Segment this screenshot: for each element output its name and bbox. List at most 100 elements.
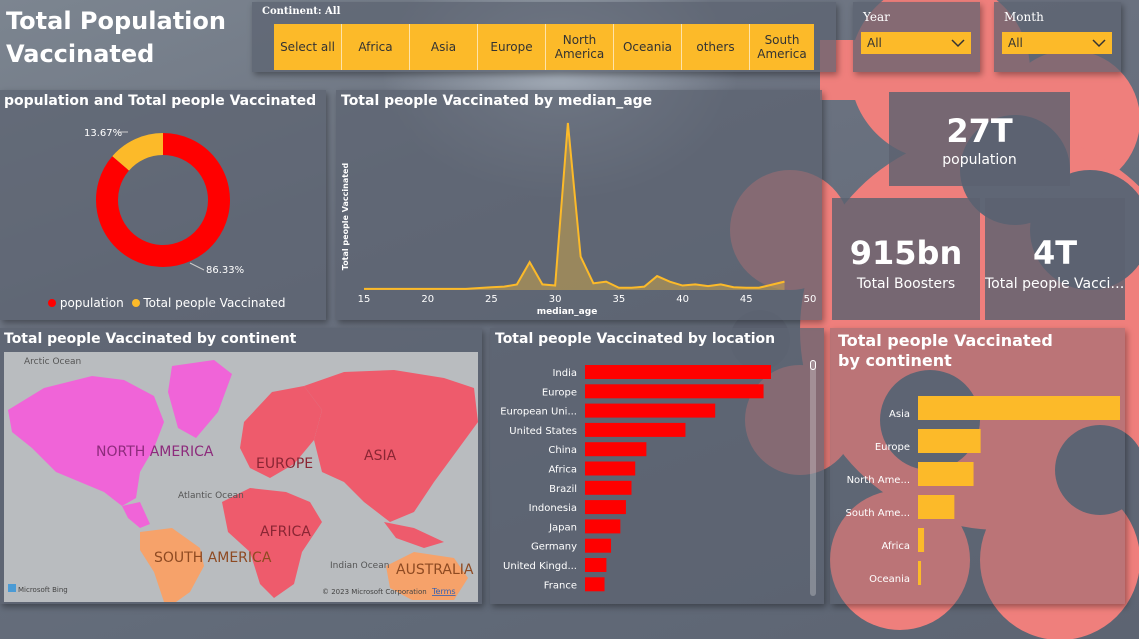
y-axis-label: Total people Vaccinated — [341, 163, 350, 271]
x-tick-label: 35 — [612, 294, 625, 305]
map-region-asia[interactable] — [304, 370, 478, 522]
bar-category-label: Africa — [548, 465, 577, 476]
bar-category-label: India — [552, 368, 577, 379]
median-age-chart-panel: Total people Vaccinated by median_age 15… — [336, 90, 822, 320]
year-label: Year — [863, 10, 890, 24]
x-tick-label: 45 — [740, 294, 753, 305]
bar-germany[interactable] — [585, 538, 612, 553]
boosters-card: 915bn Total Boosters — [832, 198, 980, 320]
slicer-north-america-button[interactable]: North America — [546, 24, 614, 70]
map-label-asia: ASIA — [364, 448, 397, 464]
slicer-europe-button[interactable]: Europe — [478, 24, 546, 70]
bar-category-label: France — [544, 580, 577, 591]
bar-europe[interactable] — [585, 384, 764, 399]
bar-africa[interactable] — [585, 461, 636, 476]
bar-category-label: Asia — [889, 409, 910, 420]
bar-indonesia[interactable] — [585, 500, 626, 515]
continent-chart-panel: Total people Vaccinated by continent Asi… — [830, 328, 1125, 604]
continent-map-panel: Total people Vaccinated by continent Arc… — [0, 328, 482, 604]
bar-north-ame-[interactable] — [918, 462, 974, 486]
bar-china[interactable] — [585, 442, 647, 457]
donut-label-population: 86.33% — [206, 265, 244, 276]
x-tick-label: 30 — [549, 294, 562, 305]
population-card-label: population — [942, 152, 1017, 168]
median-age-chart-title: Total people Vaccinated by median_age — [341, 93, 653, 109]
bing-logo-icon — [8, 584, 16, 592]
map-label-south-america: SOUTH AMERICA — [154, 550, 272, 566]
bar-asia[interactable] — [918, 396, 1120, 420]
map-region-north-america[interactable] — [8, 376, 164, 506]
bar-category-label: Europe — [875, 442, 910, 453]
slicer-south-america-button[interactable]: South America — [750, 24, 814, 70]
bar-category-label: North Ame... — [847, 475, 910, 486]
boosters-card-label: Total Boosters — [856, 276, 956, 292]
year-selected-value: All — [867, 36, 882, 50]
legend-label-population: population — [59, 296, 124, 310]
legend-dot-population — [48, 299, 56, 307]
donut-leader-population — [189, 262, 205, 271]
population-card: 27T population — [889, 92, 1070, 186]
bar-category-label: China — [548, 445, 577, 456]
month-dropdown[interactable]: All — [1002, 32, 1112, 54]
boosters-card-value: 915bn — [849, 234, 963, 272]
scrollbar-thumb[interactable] — [810, 360, 816, 370]
bar-europe[interactable] — [918, 429, 981, 453]
bar-india[interactable] — [585, 365, 771, 379]
bar-european-uni-[interactable] — [585, 403, 716, 418]
bar-japan[interactable] — [585, 519, 621, 534]
bar-france[interactable] — [585, 577, 605, 592]
map-region-se-asia[interactable] — [384, 522, 444, 548]
map-region-africa[interactable] — [222, 488, 322, 598]
location-bar-chart: India Europe European Uni... United States C… — [500, 365, 771, 592]
bar-category-label: Brazil — [549, 484, 577, 495]
map-region-greenland[interactable] — [168, 360, 232, 438]
median-age-area-chart: 15 20 25 30 35 40 45 50 median_age Total people V… — [341, 122, 817, 317]
bar-category-label: Germany — [531, 542, 577, 553]
slicer-oceania-button[interactable]: Oceania — [614, 24, 682, 70]
slicer-select-all-button[interactable]: Select all — [274, 24, 342, 70]
median-age-area-fill — [364, 123, 785, 290]
donut-chart-panel: population and Total people Vaccinated 1… — [0, 90, 326, 320]
vaccinated-card-label: Total people Vaccin... — [985, 276, 1125, 292]
bar-united-kingd-[interactable] — [585, 558, 607, 572]
month-filter: Month All — [994, 2, 1121, 72]
bar-category-label: United States — [509, 426, 577, 437]
donut-chart: 13.67% 86.33% — [84, 128, 244, 276]
bar-south-ame-[interactable] — [918, 495, 955, 519]
bar-united-states[interactable] — [585, 422, 686, 437]
slicer-asia-button[interactable]: Asia — [410, 24, 478, 70]
x-tick-label: 20 — [421, 294, 434, 305]
bar-category-label: Africa — [881, 541, 910, 552]
donut-label-vaccinated: 13.67% — [84, 128, 122, 139]
x-tick-label: 50 — [804, 294, 817, 305]
month-label: Month — [1004, 10, 1044, 24]
bar-brazil[interactable] — [585, 480, 632, 495]
legend-label-vaccinated: Total people Vaccinated — [143, 296, 286, 310]
map-title: Total people Vaccinated by continent — [4, 331, 297, 347]
donut-slice-vaccinated[interactable] — [112, 133, 164, 172]
continent-slicer: Continent: All Select all Africa Asia Eu… — [252, 2, 836, 72]
bar-africa[interactable] — [918, 528, 925, 552]
bar-oceania[interactable] — [918, 561, 922, 585]
slicer-header: Continent: All — [262, 6, 341, 17]
bar-category-label: Europe — [542, 387, 577, 398]
x-axis-label: median_age — [537, 307, 598, 317]
year-dropdown[interactable]: All — [861, 32, 971, 54]
map-label-africa: AFRICA — [260, 524, 311, 540]
month-selected-value: All — [1008, 36, 1023, 50]
page-title: Total Population Vaccinated — [6, 7, 226, 68]
map-label-europe: EUROPE — [256, 456, 313, 472]
slicer-africa-button[interactable]: Africa — [342, 24, 410, 70]
bar-category-label: Japan — [548, 522, 577, 533]
map-terms-link[interactable]: Terms — [431, 587, 456, 596]
location-chart-title: Total people Vaccinated by location — [495, 331, 776, 347]
location-chart-scrollbar[interactable] — [810, 360, 816, 596]
legend-dot-vaccinated — [131, 299, 140, 307]
donut-legend: population Total people Vaccinated — [48, 296, 286, 310]
vaccinated-card-value: 4T — [1032, 234, 1078, 272]
slicer-others-button[interactable]: others — [682, 24, 750, 70]
map-region-central-america[interactable] — [122, 502, 150, 528]
chevron-down-icon — [951, 39, 965, 48]
bar-category-label: European Uni... — [500, 407, 577, 418]
world-map[interactable]: Arctic Ocean NORTH AMERICA EUROPE ASIA A… — [4, 352, 478, 602]
